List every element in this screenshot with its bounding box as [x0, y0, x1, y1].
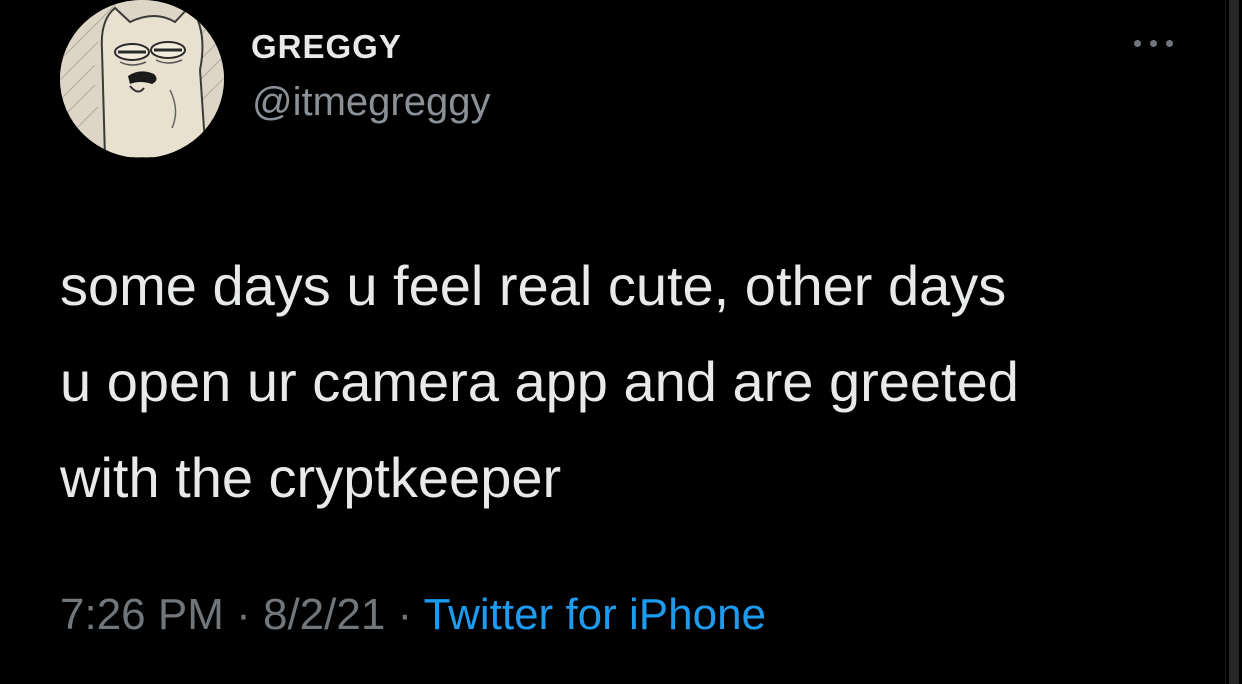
- handle[interactable]: @itmegreggy: [252, 80, 490, 125]
- scrollbar[interactable]: [1225, 0, 1242, 684]
- tweet-text-line: with the cryptkeeper: [60, 446, 562, 509]
- scrollbar-thumb[interactable]: [1229, 0, 1239, 684]
- tweet-text-line: some days u feel real cute, other days: [60, 254, 1007, 317]
- cartoon-face-avatar-icon: [60, 0, 224, 158]
- tweet-text: some days u feel real cute, other days u…: [60, 238, 1200, 526]
- tweet-meta: 7:26 PM · 8/2/21 · Twitter for iPhone: [60, 590, 766, 640]
- tweet-text-line: u open ur camera app and are greeted: [60, 350, 1019, 413]
- tweet-date[interactable]: 8/2/21: [263, 590, 385, 639]
- meta-separator: ·: [385, 590, 424, 639]
- tweet-time[interactable]: 7:26 PM: [60, 590, 224, 639]
- display-name[interactable]: GREGGY: [251, 28, 402, 66]
- avatar[interactable]: [60, 0, 224, 158]
- tweet-card: GREGGY @itmegreggy some days u feel real…: [0, 0, 1226, 684]
- tweet-source-link[interactable]: Twitter for iPhone: [424, 590, 766, 639]
- meta-separator: ·: [223, 590, 263, 639]
- more-options-icon[interactable]: [1128, 30, 1184, 58]
